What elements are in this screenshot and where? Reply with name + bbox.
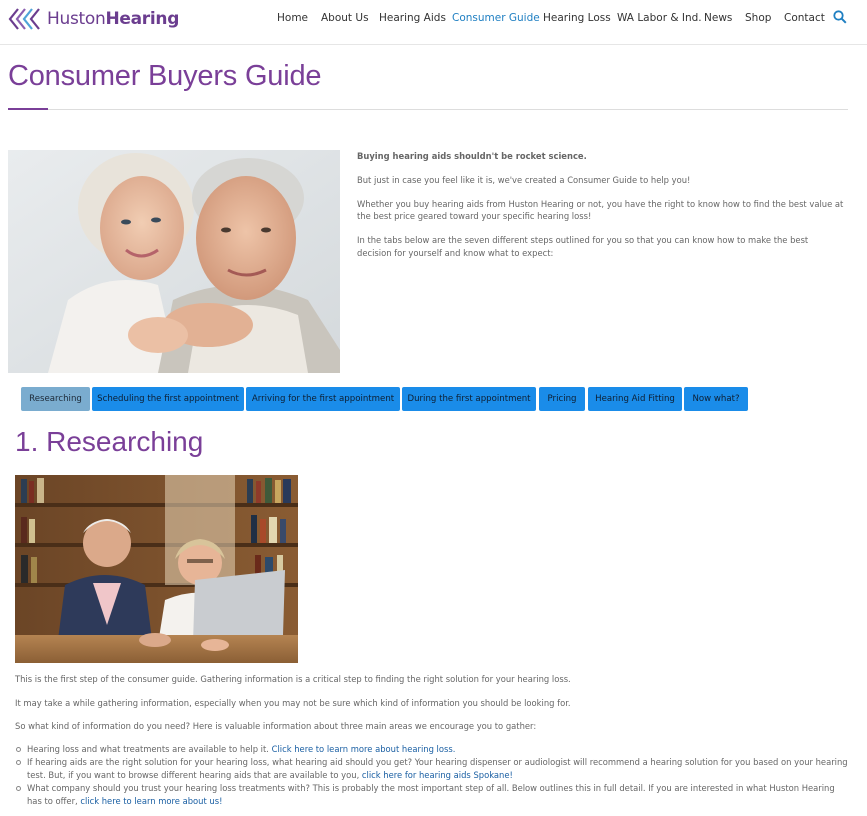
logo-waves-icon xyxy=(8,8,40,30)
nav-about-us[interactable]: About Us xyxy=(321,12,369,24)
nav-hearing-loss[interactable]: Hearing Loss xyxy=(543,12,611,24)
intro-paragraph-2: Whether you buy hearing aids from Huston… xyxy=(357,198,844,222)
site-logo[interactable]: HustonHearing xyxy=(8,6,179,32)
nav-wa-labor[interactable]: WA Labor & Ind. xyxy=(617,12,702,24)
nav-shop[interactable]: Shop xyxy=(745,12,771,24)
tab-researching[interactable]: Researching xyxy=(21,387,90,411)
section-paragraph-3: So what kind of information do you need?… xyxy=(15,721,537,731)
researching-image xyxy=(15,475,298,663)
list-item: What company should you trust your heari… xyxy=(15,782,850,807)
nav-news[interactable]: News xyxy=(704,12,732,24)
title-divider xyxy=(8,109,848,110)
intro-text: Buying hearing aids shouldn't be rocket … xyxy=(357,150,845,271)
nav-hearing-aids[interactable]: Hearing Aids xyxy=(379,12,446,24)
list-item: Hearing loss and what treatments are ava… xyxy=(15,743,850,755)
nav-consumer-guide[interactable]: Consumer Guide xyxy=(452,12,540,24)
hero-couple-image xyxy=(8,150,340,373)
list-item: If hearing aids are the right solution f… xyxy=(15,756,850,781)
tab-during[interactable]: During the first appointment xyxy=(402,387,536,411)
tab-arriving[interactable]: Arriving for the first appointment xyxy=(246,387,400,411)
tab-scheduling[interactable]: Scheduling the first appointment xyxy=(92,387,244,411)
info-areas-list: Hearing loss and what treatments are ava… xyxy=(15,743,850,808)
title-divider-accent xyxy=(8,108,48,110)
section-heading: 1. Researching xyxy=(15,426,204,457)
section-paragraph-1: This is the first step of the consumer g… xyxy=(15,674,571,684)
logo-text: HustonHearing xyxy=(47,9,180,29)
about-us-link[interactable]: click here to learn more about us! xyxy=(80,796,222,806)
tab-now-what[interactable]: Now what? xyxy=(684,387,748,411)
nav-home[interactable]: Home xyxy=(277,12,308,24)
page-title: Consumer Buyers Guide xyxy=(8,60,322,92)
hearing-loss-link[interactable]: Click here to learn more about hearing l… xyxy=(272,744,456,754)
tab-pricing[interactable]: Pricing xyxy=(539,387,585,411)
search-icon[interactable] xyxy=(833,10,847,24)
tab-fitting[interactable]: Hearing Aid Fitting xyxy=(588,387,682,411)
intro-lead: Buying hearing aids shouldn't be rocket … xyxy=(357,151,587,161)
intro-paragraph-1: But just in case you feel like it is, we… xyxy=(357,174,691,185)
section-paragraph-2: It may take a while gathering informatio… xyxy=(15,698,571,708)
site-header: HustonHearing Home About Us Hearing Aids… xyxy=(0,0,867,45)
nav-contact[interactable]: Contact xyxy=(784,12,825,24)
hearing-aids-spokane-link[interactable]: click here for hearing aids Spokane! xyxy=(362,770,513,780)
intro-paragraph-3: In the tabs below are the seven differen… xyxy=(357,235,809,258)
